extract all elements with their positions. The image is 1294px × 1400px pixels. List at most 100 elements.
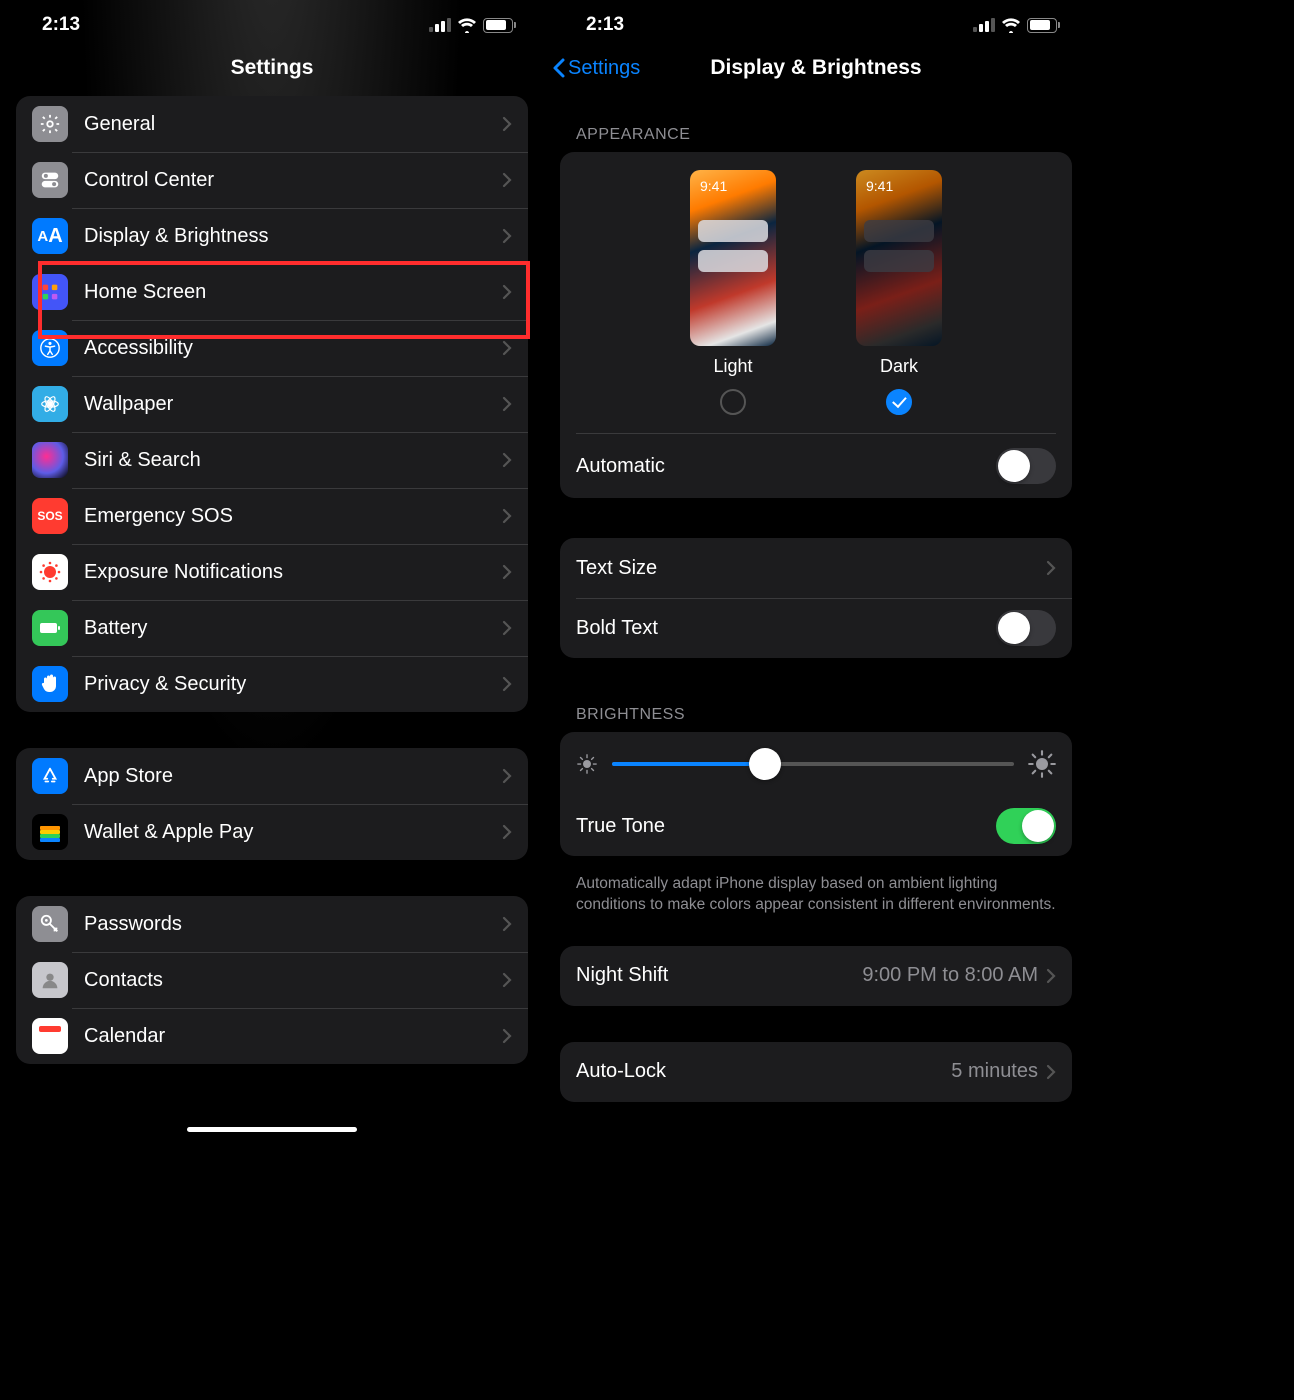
status-bar: 2:13 <box>544 0 1088 40</box>
true-tone-description: Automatically adapt iPhone display based… <box>560 864 1072 946</box>
brightness-slider[interactable] <box>612 762 1014 766</box>
brightness-thumb[interactable] <box>749 748 781 780</box>
back-button[interactable]: Settings <box>552 57 640 80</box>
row-emergency-sos[interactable]: SOS Emergency SOS <box>16 488 528 544</box>
chevron-right-icon <box>502 452 512 468</box>
cellular-icon <box>429 18 451 32</box>
chevron-right-icon <box>502 284 512 300</box>
row-home-screen[interactable]: Home Screen <box>16 264 528 320</box>
row-label: General <box>84 113 502 136</box>
home-indicator[interactable] <box>187 1127 357 1132</box>
true-tone-label: True Tone <box>576 815 996 838</box>
row-wallet[interactable]: Wallet & Apple Pay <box>16 804 528 860</box>
row-exposure[interactable]: Exposure Notifications <box>16 544 528 600</box>
page-title: Settings <box>231 56 314 80</box>
row-label: Display & Brightness <box>84 225 502 248</box>
row-label: Emergency SOS <box>84 505 502 528</box>
row-passwords[interactable]: Passwords <box>16 896 528 952</box>
status-bar: 2:13 <box>0 0 544 40</box>
theme-dark-radio[interactable] <box>886 389 912 415</box>
row-label: Privacy & Security <box>84 673 502 696</box>
row-label: App Store <box>84 765 502 788</box>
chevron-right-icon <box>502 676 512 692</box>
page-title: Display & Brightness <box>710 56 921 80</box>
row-display-brightness[interactable]: AA Display & Brightness <box>16 208 528 264</box>
row-contacts[interactable]: Contacts <box>16 952 528 1008</box>
status-icons <box>429 18 516 33</box>
chevron-right-icon <box>502 972 512 988</box>
theme-dark-preview: 9:41 <box>856 170 942 346</box>
brightness-group: True Tone <box>560 732 1072 856</box>
row-label: Calendar <box>84 1025 502 1048</box>
row-privacy[interactable]: Privacy & Security <box>16 656 528 712</box>
sun-small-icon <box>576 753 598 775</box>
chevron-right-icon <box>502 620 512 636</box>
appearance-group: 9:41 Light 9:41 Dark <box>560 152 1072 498</box>
row-label: Exposure Notifications <box>84 561 502 584</box>
night-shift-label: Night Shift <box>576 964 862 987</box>
battery-icon <box>483 18 516 33</box>
bold-text-toggle[interactable] <box>996 610 1056 646</box>
siri-icon <box>32 442 68 478</box>
grid-icon <box>32 274 68 310</box>
chevron-right-icon <box>502 172 512 188</box>
automatic-toggle[interactable] <box>996 448 1056 484</box>
row-control-center[interactable]: Control Center <box>16 152 528 208</box>
row-app-store[interactable]: App Store <box>16 748 528 804</box>
hand-icon <box>32 666 68 702</box>
row-night-shift[interactable]: Night Shift 9:00 PM to 8:00 AM <box>560 946 1072 1006</box>
row-auto-lock[interactable]: Auto-Lock 5 minutes <box>560 1042 1072 1102</box>
row-text-size[interactable]: Text Size <box>560 538 1072 598</box>
chevron-right-icon <box>502 564 512 580</box>
settings-screen: 2:13 Settings General Control Center AA <box>0 0 544 1140</box>
auto-lock-label: Auto-Lock <box>576 1060 951 1083</box>
wifi-icon <box>1001 18 1021 33</box>
night-shift-group: Night Shift 9:00 PM to 8:00 AM <box>560 946 1072 1006</box>
text-size-label: Text Size <box>576 557 1046 580</box>
accessibility-icon <box>32 330 68 366</box>
chevron-right-icon <box>502 508 512 524</box>
auto-lock-group: Auto-Lock 5 minutes <box>560 1042 1072 1102</box>
chevron-left-icon <box>552 57 566 79</box>
row-label: Accessibility <box>84 337 502 360</box>
status-time: 2:13 <box>42 14 80 36</box>
row-label: Wallet & Apple Pay <box>84 821 502 844</box>
brightness-fill <box>612 762 765 766</box>
settings-group-3: Passwords Contacts Calendar <box>16 896 528 1064</box>
settings-group-1: General Control Center AA Display & Brig… <box>16 96 528 712</box>
theme-light[interactable]: 9:41 Light <box>690 170 776 415</box>
row-label: Siri & Search <box>84 449 502 472</box>
row-wallpaper[interactable]: Wallpaper <box>16 376 528 432</box>
theme-dark-label: Dark <box>856 356 942 377</box>
appearance-header: APPEARANCE <box>560 96 1072 152</box>
chevron-right-icon <box>502 116 512 132</box>
chevron-right-icon <box>1046 968 1056 984</box>
chevron-right-icon <box>1046 560 1056 576</box>
theme-dark[interactable]: 9:41 Dark <box>856 170 942 415</box>
nav-header: Settings <box>0 40 544 96</box>
cellular-icon <box>973 18 995 32</box>
theme-light-label: Light <box>690 356 776 377</box>
auto-lock-value: 5 minutes <box>951 1060 1038 1083</box>
row-battery[interactable]: Battery <box>16 600 528 656</box>
chevron-right-icon <box>502 228 512 244</box>
wallet-icon <box>32 814 68 850</box>
battery-icon <box>1027 18 1060 33</box>
theme-light-radio[interactable] <box>720 389 746 415</box>
chevron-right-icon <box>502 824 512 840</box>
app-store-icon <box>32 758 68 794</box>
row-label: Wallpaper <box>84 393 502 416</box>
row-siri[interactable]: Siri & Search <box>16 432 528 488</box>
row-accessibility[interactable]: Accessibility <box>16 320 528 376</box>
row-calendar[interactable]: Calendar <box>16 1008 528 1064</box>
settings-group-2: App Store Wallet & Apple Pay <box>16 748 528 860</box>
brightness-header: BRIGHTNESS <box>560 676 1072 732</box>
chevron-right-icon <box>1046 1064 1056 1080</box>
status-time: 2:13 <box>586 14 624 36</box>
nav-header: Settings Display & Brightness <box>544 40 1088 96</box>
night-shift-value: 9:00 PM to 8:00 AM <box>862 964 1038 987</box>
true-tone-toggle[interactable] <box>996 808 1056 844</box>
sos-icon: SOS <box>32 498 68 534</box>
flower-icon <box>32 386 68 422</box>
row-general[interactable]: General <box>16 96 528 152</box>
